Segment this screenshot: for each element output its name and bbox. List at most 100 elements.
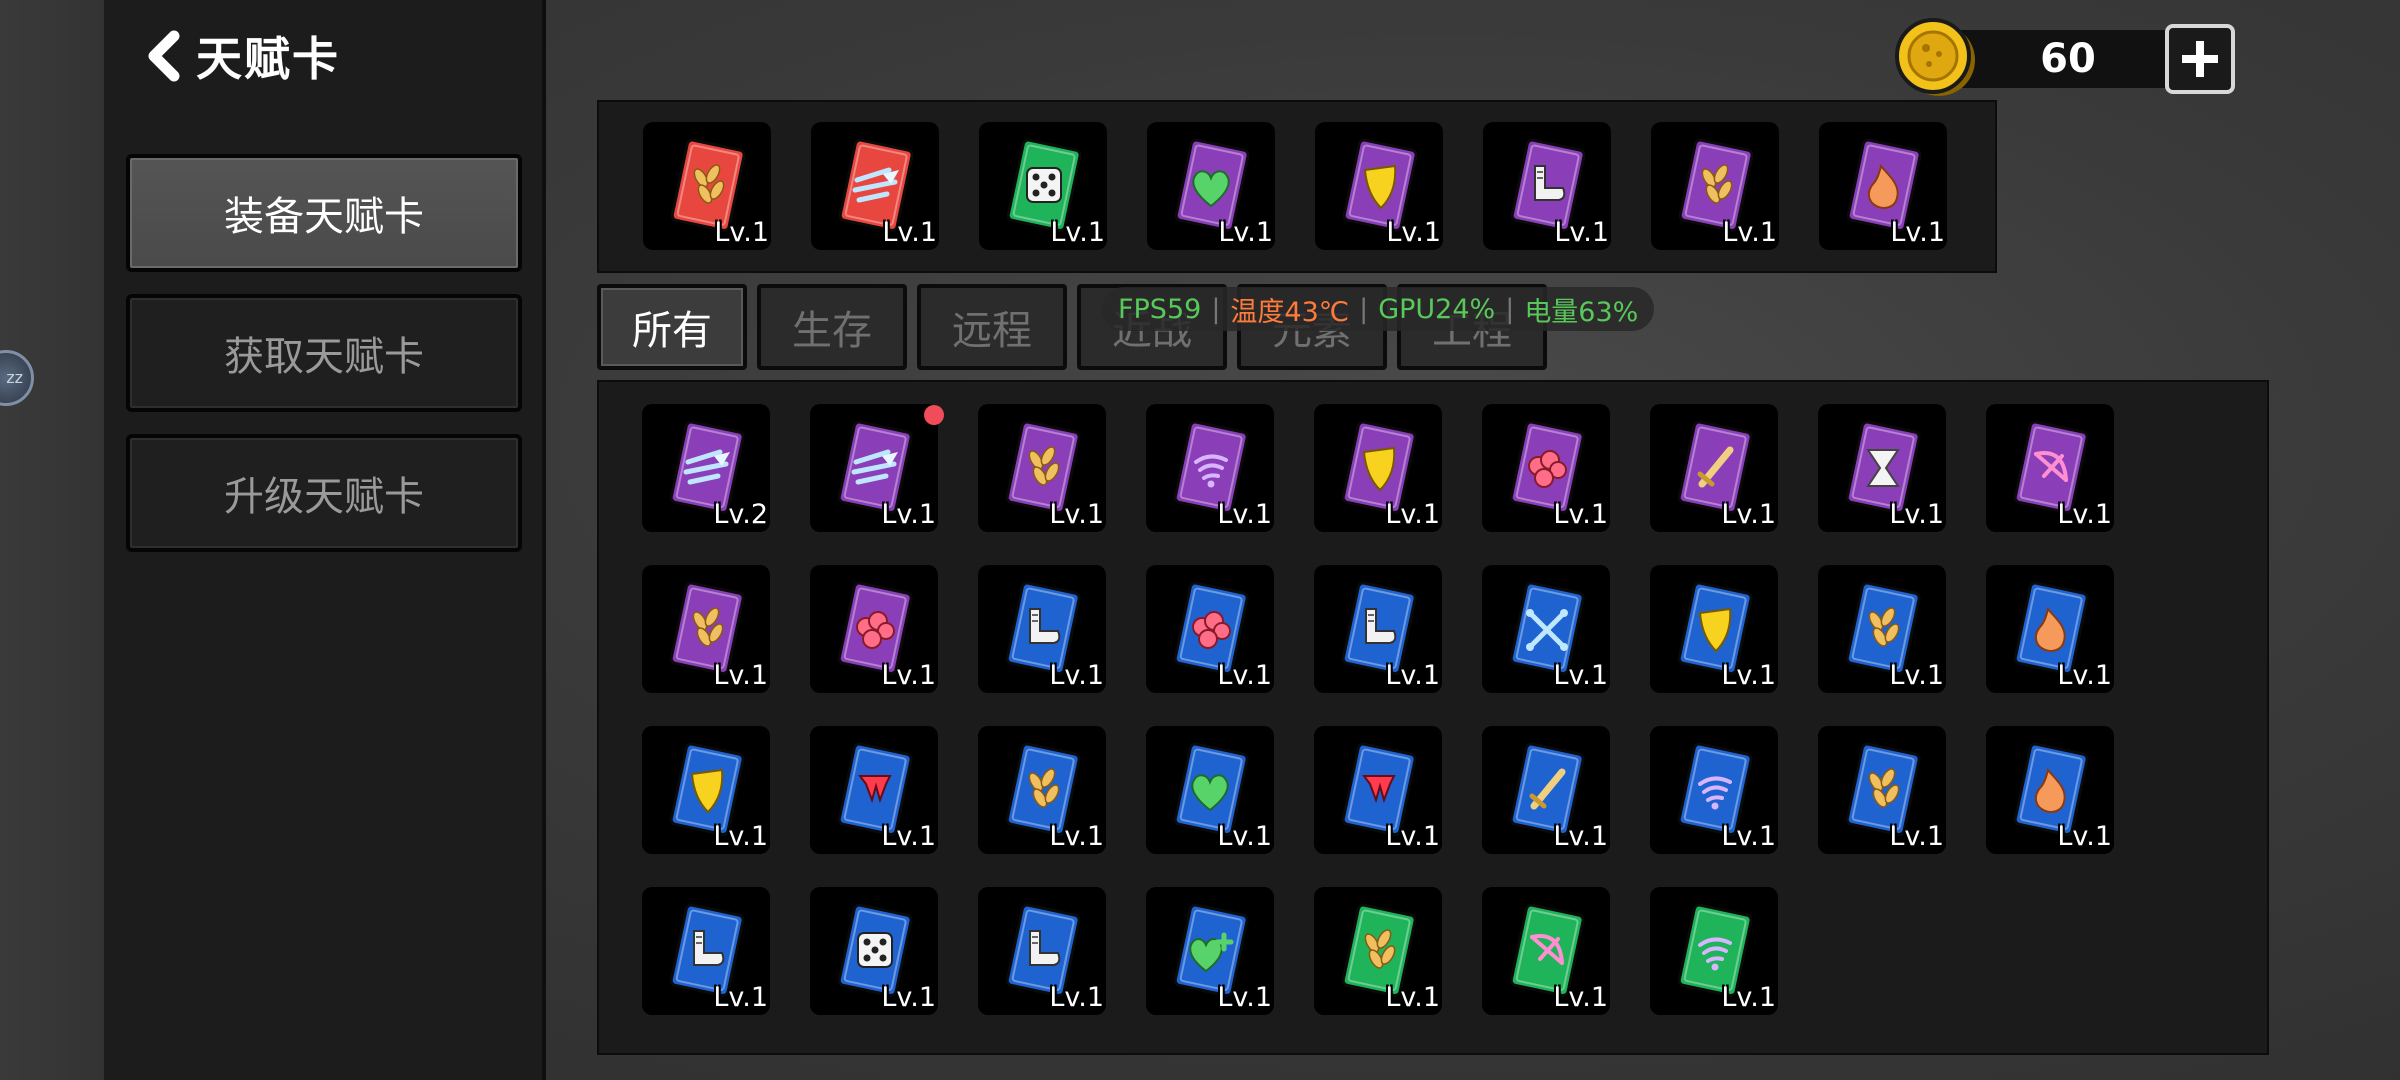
inventory-card-slot[interactable]: Lv.2 [642,404,770,532]
inventory-card-slot[interactable]: Lv.1 [1146,565,1274,693]
dice-icon [857,932,893,968]
card-level: Lv.2 [713,499,768,530]
inventory-card-slot[interactable]: Lv.1 [978,565,1106,693]
overlay-separator: | [1211,293,1221,325]
equipped-card-slot[interactable]: Lv.1 [1483,122,1611,250]
card-level: Lv.1 [1218,217,1273,248]
inventory-card-slot[interactable]: Lv.1 [1314,404,1442,532]
inventory-card-slot[interactable]: Lv.1 [1482,565,1610,693]
inventory-card-slot[interactable]: Lv.1 [1482,887,1610,1015]
card-level: Lv.1 [1217,821,1272,852]
sidebar-item-equip[interactable]: 装备天赋卡 [126,154,522,272]
sidebar-item-upgrade[interactable]: 升级天赋卡 [126,434,522,552]
card-level: Lv.1 [1721,982,1776,1013]
inventory-card-slot[interactable]: Lv.1 [642,565,770,693]
card-level: Lv.1 [1049,821,1104,852]
inventory-card-slot[interactable]: Lv.1 [978,726,1106,854]
page-title: 天赋卡 [196,32,340,86]
inventory-card-slot[interactable]: Lv.1 [1314,726,1442,854]
equipped-card-slot[interactable]: Lv.1 [1147,122,1275,250]
card-level: Lv.1 [1217,499,1272,530]
inventory-card-slot[interactable]: Lv.1 [1818,565,1946,693]
card-level: Lv.1 [1721,499,1776,530]
battery-readout: 电量63% [1524,296,1639,328]
inventory-card-slot[interactable]: Lv.1 [978,887,1106,1015]
inventory-card-slot[interactable]: Lv.1 [642,887,770,1015]
inventory-card-slot[interactable]: Lv.1 [1650,726,1778,854]
inventory-card-slot[interactable]: Lv.1 [1986,726,2114,854]
card-level: Lv.1 [1386,217,1441,248]
card-level: Lv.1 [1722,217,1777,248]
card-level: Lv.1 [881,821,936,852]
card-level: Lv.1 [1385,982,1440,1013]
card-level: Lv.1 [2057,660,2112,691]
new-badge-dot [924,405,944,425]
equipped-card-slot[interactable]: Lv.1 [811,122,939,250]
inventory-card-slot[interactable]: Lv.1 [810,887,938,1015]
overlay-separator: | [1505,293,1515,325]
equipped-card-slot[interactable]: Lv.1 [1651,122,1779,250]
card-level: Lv.1 [1553,982,1608,1013]
overlay-separator: | [1359,293,1369,325]
gpu-readout: GPU24% [1378,293,1496,325]
card-level: Lv.1 [1890,217,1945,248]
card-level: Lv.1 [1889,821,1944,852]
inventory-card-slot[interactable]: Lv.1 [1818,404,1946,532]
card-level: Lv.1 [1553,821,1608,852]
inventory-card-slot[interactable]: Lv.1 [810,404,938,532]
card-level: Lv.1 [1049,499,1104,530]
inventory-card-slot[interactable]: Lv.1 [1818,726,1946,854]
inventory-card-slot[interactable]: Lv.1 [1986,404,2114,532]
card-level: Lv.1 [1385,821,1440,852]
card-level: Lv.1 [1385,660,1440,691]
card-level: Lv.1 [2057,499,2112,530]
card-level: Lv.1 [1721,660,1776,691]
inventory-card-slot[interactable]: Lv.1 [1314,887,1442,1015]
equipped-card-slot[interactable]: Lv.1 [979,122,1107,250]
card-level: Lv.1 [1553,660,1608,691]
back-button[interactable]: 天赋卡 [142,22,340,90]
card-level: Lv.1 [1385,499,1440,530]
chevron-left-icon [148,30,180,82]
coin-icon [1895,18,1975,96]
card-level: Lv.1 [1050,217,1105,248]
currency-bar: 60 [1893,16,2235,100]
inventory-card-slot[interactable]: Lv.1 [1146,404,1274,532]
tab-2[interactable]: 远程 [917,284,1067,370]
card-level: Lv.1 [714,217,769,248]
fps-readout: FPS59 [1118,293,1202,325]
currency-value: 60 [2040,36,2096,82]
inventory-card-slot[interactable]: Lv.1 [1650,887,1778,1015]
inventory-card-slot[interactable]: Lv.1 [978,404,1106,532]
inventory-card-slot[interactable]: Lv.1 [1146,726,1274,854]
add-currency-button[interactable] [2165,24,2235,94]
inventory-card-slot[interactable]: Lv.1 [1146,887,1274,1015]
inventory-card-slot[interactable]: Lv.1 [1482,726,1610,854]
inventory-card-slot[interactable]: Lv.1 [642,726,770,854]
equipped-card-slot[interactable]: Lv.1 [643,122,771,250]
inventory-card-slot[interactable]: Lv.1 [1650,565,1778,693]
card-level: Lv.1 [1554,217,1609,248]
card-level: Lv.1 [1049,982,1104,1013]
inventory-card-slot[interactable]: Lv.1 [1986,565,2114,693]
inventory-card-slot[interactable]: Lv.1 [810,726,938,854]
card-level: Lv.1 [1553,499,1608,530]
inventory-card-slot[interactable]: Lv.1 [1482,404,1610,532]
card-level: Lv.1 [882,217,937,248]
sidebar: 天赋卡 装备天赋卡 获取天赋卡 升级天赋卡 [104,0,546,1080]
card-level: Lv.1 [1721,821,1776,852]
inventory-card-slot[interactable]: Lv.1 [1650,404,1778,532]
tab-1[interactable]: 生存 [757,284,907,370]
inventory-card-slot[interactable]: Lv.1 [810,565,938,693]
card-level: Lv.1 [1217,660,1272,691]
sidebar-item-obtain[interactable]: 获取天赋卡 [126,294,522,412]
temperature-readout: 温度43℃ [1230,296,1350,328]
card-level: Lv.1 [881,982,936,1013]
inventory-card-slot[interactable]: Lv.1 [1314,565,1442,693]
card-level: Lv.1 [1889,660,1944,691]
card-level: Lv.1 [2057,821,2112,852]
equipped-card-slot[interactable]: Lv.1 [1315,122,1443,250]
equipped-card-slot[interactable]: Lv.1 [1819,122,1947,250]
card-level: Lv.1 [713,982,768,1013]
tab-0[interactable]: 所有 [597,284,747,370]
